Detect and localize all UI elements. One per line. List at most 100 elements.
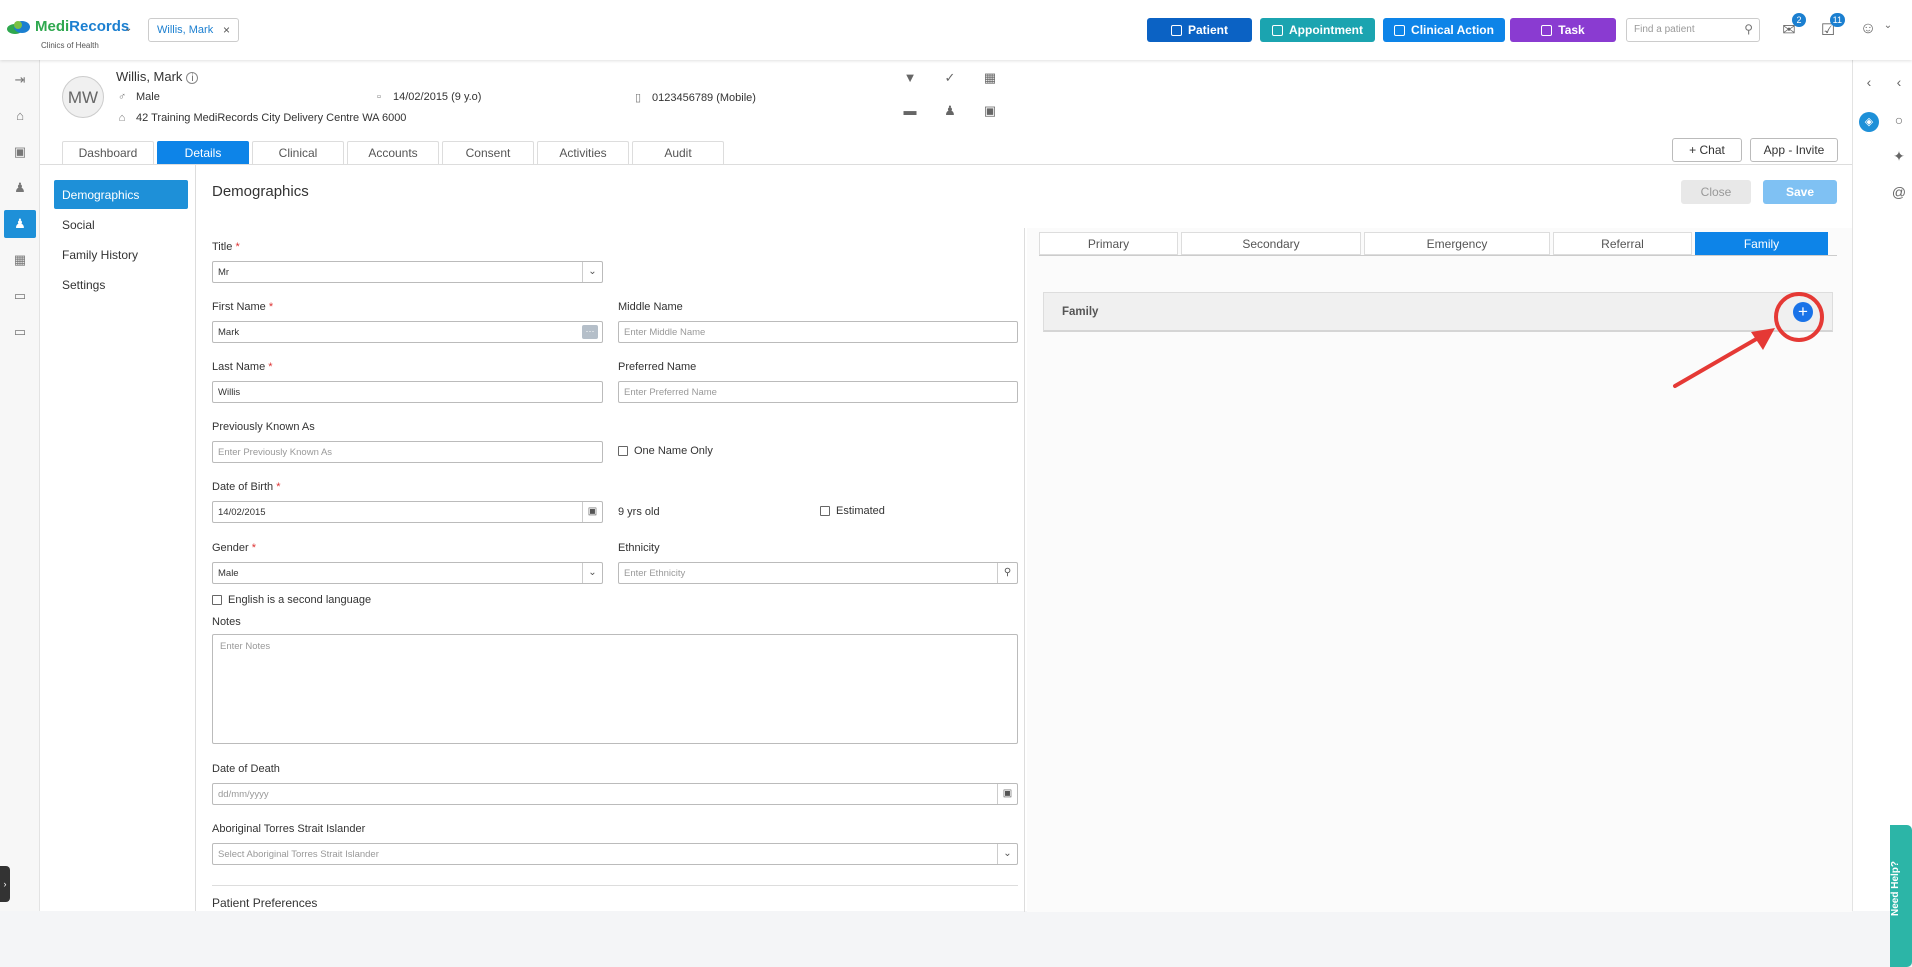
search-icon[interactable]: ⚲ [1744,22,1753,36]
chat-bubble-icon[interactable]: ○ [1889,112,1909,132]
chevron-down-icon[interactable]: ⌄ [582,563,602,583]
section-divider [212,885,1018,886]
contact-tabs: Primary Secondary Emergency Referral Fam… [1039,232,1828,255]
tasks-icon[interactable]: ☑ 11 [1818,13,1845,40]
save-button[interactable]: Save [1763,180,1837,204]
title-select[interactable]: Mr ⌄ [212,261,603,283]
one-name-only-checkbox[interactable]: One Name Only [618,445,713,457]
middle-name-field[interactable]: Enter Middle Name [618,321,1018,343]
patient-name: Willis, Mark i [116,69,199,84]
calendar-icon[interactable]: ▣ [997,784,1017,804]
patient-icon[interactable]: ♟ [4,210,36,238]
previously-known-as-label: Previously Known As [212,421,315,433]
chevron-down-icon[interactable]: ⌄ [124,23,132,34]
folder-icon[interactable]: ▭ [4,282,36,310]
task-button[interactable]: Task [1510,18,1616,42]
last-name-label: Last Name * [212,361,273,373]
sidenav-item-demographics[interactable]: Demographics [54,180,188,209]
chevron-down-icon[interactable]: ⌄ [1878,20,1898,40]
chat-button[interactable]: + Chat [1672,138,1742,162]
tab-emergency[interactable]: Emergency [1364,232,1550,255]
chevron-down-icon[interactable]: ⌄ [997,844,1017,864]
calendar-clock-icon[interactable]: ▣ [981,103,999,121]
people-icon[interactable]: ♟ [4,174,36,202]
tab-referral[interactable]: Referral [1553,232,1692,255]
demographics-form: Title * Mr ⌄ First Name * Mark ⋯ Middle Na… [196,228,1025,912]
chevron-down-icon[interactable]: ⌄ [582,262,602,282]
people-icon[interactable]: ♟ [941,103,959,121]
cocktail-glass-icon[interactable]: ▼ [901,70,919,88]
drawer-handle-icon[interactable]: › [0,866,10,902]
more-options-icon[interactable]: ⋯ [582,325,598,339]
home-icon[interactable]: ⌂ [4,102,36,130]
brand-logo[interactable]: MediRecords [6,18,129,35]
info-icon[interactable]: i [186,72,199,84]
previously-known-as-field[interactable]: Enter Previously Known As [212,441,603,463]
first-name-label: First Name * [212,301,273,313]
tab-secondary[interactable]: Secondary [1181,232,1361,255]
calendar-icon[interactable]: ▣ [4,138,36,166]
date-of-death-field[interactable]: dd/mm/yyyy ▣ [212,783,1018,805]
atsi-select[interactable]: Select Aboriginal Torres Strait Islander… [212,843,1018,865]
person-icon [1170,24,1182,36]
tab-audit[interactable]: Audit [632,141,724,164]
notes-label: Notes [212,616,241,628]
checkbox-box[interactable] [618,446,628,456]
credit-card-icon[interactable]: ▬ [901,103,919,121]
appointment-button[interactable]: Appointment [1260,18,1375,42]
chevron-left-icon[interactable]: ‹ [1889,74,1909,94]
tab-primary[interactable]: Primary [1039,232,1178,255]
one-name-only-label: One Name Only [634,445,713,457]
calendar-icon[interactable]: ▣ [582,502,602,522]
apps-icon[interactable]: ▦ [4,246,36,274]
dob-field[interactable]: 14/02/2015 ▣ [212,501,603,523]
first-name-field[interactable]: Mark ⋯ [212,321,603,343]
tab-activities[interactable]: Activities [537,141,629,164]
checkbox-box[interactable] [212,595,222,605]
tab-accounts[interactable]: Accounts [347,141,439,164]
app-invite-button[interactable]: App - Invite [1750,138,1838,162]
tag-icon[interactable]: ◈ [1859,112,1879,132]
user-account-icon[interactable]: ☺ [1858,20,1878,40]
need-help-tab[interactable]: Need Help? [1890,825,1912,967]
checkbox-box[interactable] [820,506,830,516]
search-icon[interactable]: ⚲ [997,563,1017,583]
find-patient-input[interactable]: Find a patient ⚲ [1626,18,1760,42]
ethnicity-field[interactable]: Enter Ethnicity ⚲ [618,562,1018,584]
tab-dashboard[interactable]: Dashboard [62,141,154,164]
preferred-name-field[interactable]: Enter Preferred Name [618,381,1018,403]
tab-clinical[interactable]: Clinical [252,141,344,164]
sidenav-item-family-history[interactable]: Family History [54,240,188,269]
mail-icon[interactable]: ✉ 2 [1779,13,1806,40]
english-second-language-checkbox[interactable]: English is a second language [212,594,371,606]
last-name-field[interactable]: Willis [212,381,603,403]
top-bar: MediRecords Clinics of Health ⌄ Willis, … [0,0,1912,60]
gender-select[interactable]: Male ⌄ [212,562,603,584]
tab-details[interactable]: Details [157,141,249,164]
pin-icon[interactable]: ✦ [1889,148,1909,168]
sidenav-item-social[interactable]: Social [54,210,188,239]
sidenav-item-settings[interactable]: Settings [54,270,188,299]
patient-button[interactable]: Patient [1147,18,1252,42]
folder-export-icon[interactable]: ▭ [4,318,36,346]
date-of-death-label: Date of Death [212,763,280,775]
notes-textarea[interactable]: Enter Notes [212,634,1018,744]
tab-family[interactable]: Family [1695,232,1828,255]
open-patient-chip[interactable]: Willis, Mark × [148,18,239,42]
dob-label-text: Date of Birth [212,481,274,493]
at-sign-icon[interactable]: @ [1889,184,1909,204]
building-icon[interactable]: ▦ [981,70,999,88]
estimated-checkbox[interactable]: Estimated [820,505,885,517]
tab-consent[interactable]: Consent [442,141,534,164]
required-mark: * [268,361,273,373]
expand-menu-icon[interactable]: ⇥ [4,66,36,94]
close-icon[interactable]: × [223,23,230,37]
patient-gender: ♂ Male [116,91,160,103]
clinical-action-button[interactable]: Clinical Action [1383,18,1505,42]
close-button[interactable]: Close [1681,180,1751,204]
required-mark: * [276,481,281,493]
main-content: Demographics Close Save Title * Mr ⌄ Firs… [196,164,1852,912]
chevron-left-icon[interactable]: ‹ [1859,74,1879,94]
task-button-label: Task [1558,23,1585,37]
syringe-icon[interactable]: ✓ [941,70,959,88]
